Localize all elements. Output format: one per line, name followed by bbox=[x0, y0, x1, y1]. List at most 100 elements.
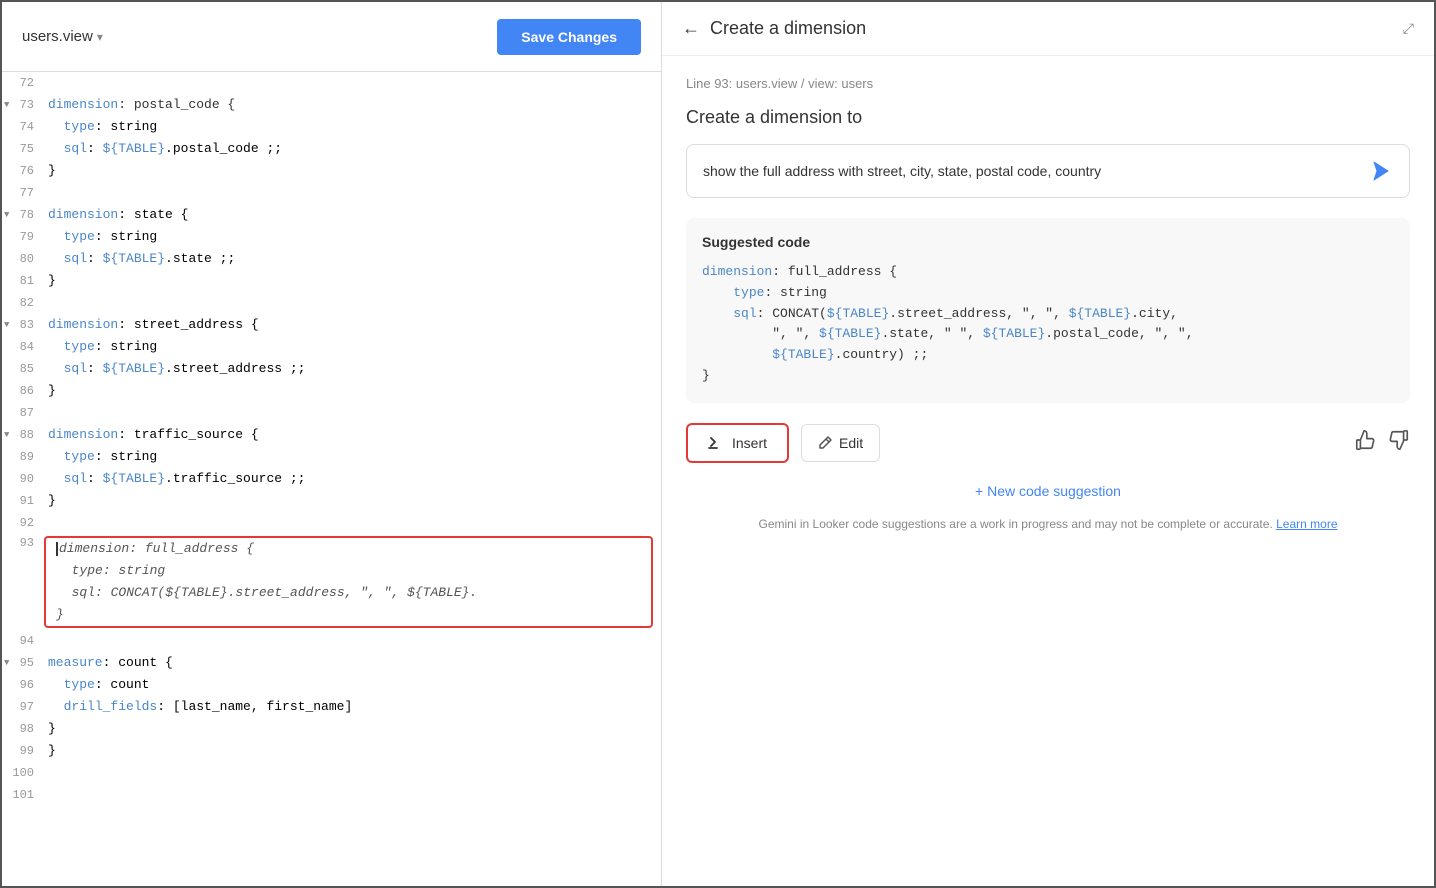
line-number: 91 bbox=[2, 490, 44, 512]
code-line: 76 } bbox=[2, 160, 661, 182]
left-toolbar: users.view ▾ Save Changes bbox=[2, 2, 661, 72]
code-line-hl: sql: CONCAT(${TABLE}.street_address, ", … bbox=[46, 582, 651, 604]
thumbs-down-icon bbox=[1388, 429, 1410, 451]
file-title: users.view ▾ bbox=[22, 28, 103, 45]
thumbs-up-button[interactable] bbox=[1354, 429, 1376, 456]
back-button[interactable]: ← bbox=[682, 18, 700, 39]
code-line: 99 } bbox=[2, 740, 661, 762]
file-name: users.view bbox=[22, 28, 93, 45]
learn-more-link[interactable]: Learn more bbox=[1276, 517, 1337, 531]
code-preview-line: } bbox=[702, 366, 1394, 387]
line-number: 82 bbox=[2, 292, 44, 314]
code-line: 77 bbox=[2, 182, 661, 204]
file-dropdown-arrow[interactable]: ▾ bbox=[97, 30, 103, 44]
line-number: 86 bbox=[2, 380, 44, 402]
line-number: ▼83 bbox=[2, 314, 44, 336]
code-preview-line: dimension: full_address { bbox=[702, 262, 1394, 283]
highlighted-code-block: dimension: full_address { type: string s… bbox=[44, 536, 653, 628]
code-line: 96 type: count bbox=[2, 674, 661, 696]
line-number: 80 bbox=[2, 248, 44, 270]
code-line: 80 sql: ${TABLE}.state ;; bbox=[2, 248, 661, 270]
thumbs-down-button[interactable] bbox=[1388, 429, 1410, 456]
highlighted-line-group: 93 dimension: full_address { type: strin… bbox=[2, 534, 661, 630]
edit-icon bbox=[818, 435, 833, 450]
code-line: 79 type: string bbox=[2, 226, 661, 248]
code-line: 100 bbox=[2, 762, 661, 784]
code-line: 97 drill_fields: [last_name, first_name] bbox=[2, 696, 661, 718]
send-button[interactable] bbox=[1369, 159, 1393, 183]
code-line-hl: type: string bbox=[46, 560, 651, 582]
code-line-hl: } bbox=[46, 604, 651, 626]
line-number: 92 bbox=[2, 512, 44, 534]
send-icon bbox=[1369, 159, 1393, 183]
line-number: ▼88 bbox=[2, 424, 44, 446]
code-line: ▼95 measure: count { bbox=[2, 652, 661, 674]
code-content: } bbox=[52, 604, 645, 626]
expand-icon[interactable]: ⤢ bbox=[1403, 20, 1414, 37]
line-number: 72 bbox=[2, 72, 44, 94]
code-content: dimension: street_address { bbox=[44, 314, 661, 336]
line-number: 75 bbox=[2, 138, 44, 160]
code-line: ▼83 dimension: street_address { bbox=[2, 314, 661, 336]
right-panel: ← Create a dimension ⤢ Line 93: users.vi… bbox=[662, 2, 1434, 886]
insert-button[interactable]: Insert bbox=[686, 423, 789, 463]
code-line: ▼88 dimension: traffic_source { bbox=[2, 424, 661, 446]
line-number: ▼95 bbox=[2, 652, 44, 674]
code-content: } bbox=[44, 160, 661, 182]
line-number: 87 bbox=[2, 402, 44, 424]
code-content: sql: ${TABLE}.traffic_source ;; bbox=[44, 468, 661, 490]
code-content: type: string bbox=[44, 336, 661, 358]
right-header: ← Create a dimension ⤢ bbox=[662, 2, 1434, 56]
line-number: 89 bbox=[2, 446, 44, 468]
prompt-text[interactable]: show the full address with street, city,… bbox=[703, 163, 1369, 179]
line-number: 98 bbox=[2, 718, 44, 740]
code-line: ▼73 dimension: postal_code { bbox=[2, 94, 661, 116]
line-number: 94 bbox=[2, 630, 44, 652]
line-number: 101 bbox=[2, 784, 44, 806]
code-content: } bbox=[44, 490, 661, 512]
code-preview-line: sql: CONCAT(${TABLE}.street_address, ", … bbox=[702, 304, 1394, 325]
line-number: 84 bbox=[2, 336, 44, 358]
code-line: 82 bbox=[2, 292, 661, 314]
right-content: Line 93: users.view / view: users Create… bbox=[662, 56, 1434, 886]
line-number: 74 bbox=[2, 116, 44, 138]
code-line: 74 type: string bbox=[2, 116, 661, 138]
prompt-box: show the full address with street, city,… bbox=[686, 144, 1410, 198]
code-content: type: string bbox=[44, 446, 661, 468]
thumbs-up-icon bbox=[1354, 429, 1376, 451]
code-line: 91 } bbox=[2, 490, 661, 512]
line-number: 79 bbox=[2, 226, 44, 248]
code-line: 85 sql: ${TABLE}.street_address ;; bbox=[2, 358, 661, 380]
new-suggestion-link[interactable]: + New code suggestion bbox=[686, 483, 1410, 499]
code-content: dimension: postal_code { bbox=[44, 94, 661, 116]
code-content: } bbox=[44, 740, 661, 762]
insert-icon bbox=[708, 435, 724, 451]
code-preview-line: ", ", ${TABLE}.state, " ", ${TABLE}.post… bbox=[702, 324, 1394, 345]
line-number: 77 bbox=[2, 182, 44, 204]
code-line: 87 bbox=[2, 402, 661, 424]
line-number: 81 bbox=[2, 270, 44, 292]
save-button[interactable]: Save Changes bbox=[497, 19, 641, 55]
code-line: 84 type: string bbox=[2, 336, 661, 358]
code-editor[interactable]: 72 ▼73 dimension: postal_code { 74 type:… bbox=[2, 72, 661, 886]
code-line: 92 bbox=[2, 512, 661, 534]
line-number: 90 bbox=[2, 468, 44, 490]
left-panel: users.view ▾ Save Changes 72 ▼73 dimensi… bbox=[2, 2, 662, 886]
line-number: ▼78 bbox=[2, 204, 44, 226]
action-row: Insert Edit bbox=[686, 423, 1410, 463]
edit-button[interactable]: Edit bbox=[801, 424, 880, 462]
code-line: ▼78 dimension: state { bbox=[2, 204, 661, 226]
line-number: 85 bbox=[2, 358, 44, 380]
code-content: type: string bbox=[44, 226, 661, 248]
code-preview-line: ${TABLE}.country) ;; bbox=[702, 345, 1394, 366]
code-content: drill_fields: [last_name, first_name] bbox=[44, 696, 661, 718]
line-reference: Line 93: users.view / view: users bbox=[686, 76, 1410, 91]
right-header-left: ← Create a dimension bbox=[682, 18, 866, 39]
code-content: type: string bbox=[52, 560, 645, 582]
code-content: measure: count { bbox=[44, 652, 661, 674]
suggested-label: Suggested code bbox=[702, 234, 1394, 250]
line-number: 97 bbox=[2, 696, 44, 718]
code-content: sql: ${TABLE}.postal_code ;; bbox=[44, 138, 661, 160]
code-line: 98 } bbox=[2, 718, 661, 740]
line-number: ▼73 bbox=[2, 94, 44, 116]
